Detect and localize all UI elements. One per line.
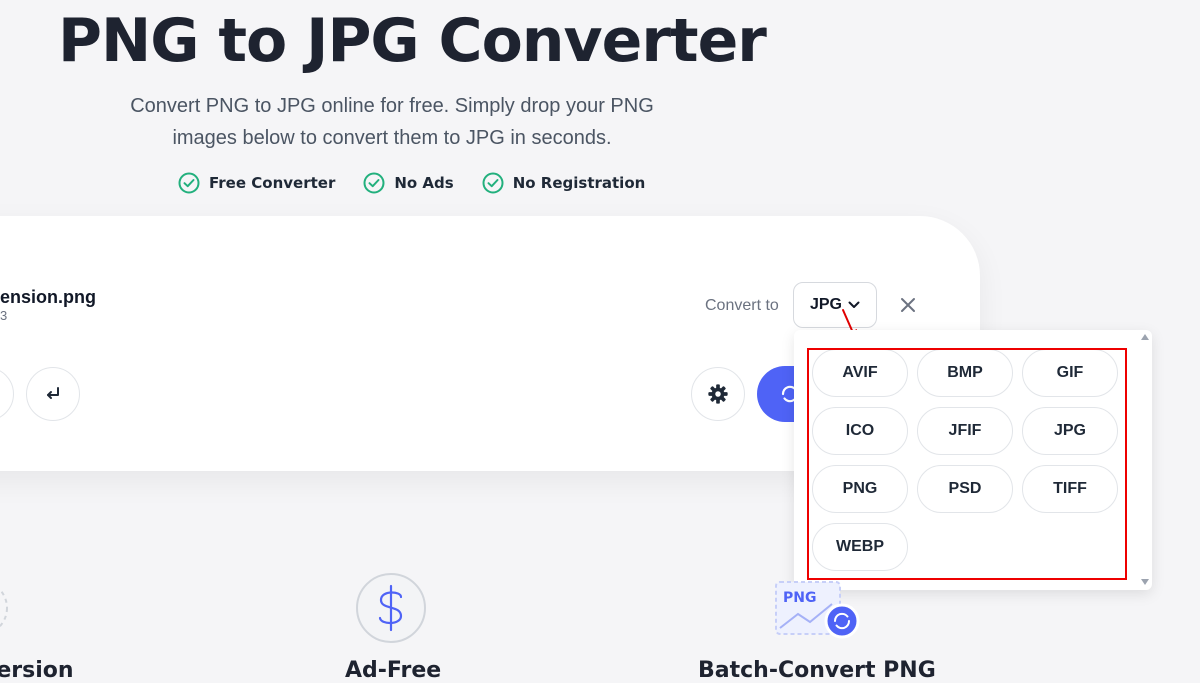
file-size: 3 <box>0 308 8 323</box>
return-button[interactable] <box>26 367 80 421</box>
check-circle-icon <box>363 172 385 194</box>
feature-list: Free Converter No Ads No Registration <box>178 172 645 194</box>
batch-png-icon: PNG <box>775 581 860 639</box>
format-option-ico[interactable]: ICO <box>812 407 908 455</box>
page-subtitle: Convert PNG to JPG online for free. Simp… <box>100 90 684 154</box>
scroll-down-arrow[interactable] <box>1141 579 1149 585</box>
feature-heading-conversion: version <box>0 658 74 683</box>
format-option-jpg[interactable]: JPG <box>1022 407 1118 455</box>
format-option-avif[interactable]: AVIF <box>812 349 908 397</box>
feature-free-converter: Free Converter <box>178 172 335 194</box>
conversion-feature-icon <box>0 588 8 628</box>
subtitle-line-2: images below to convert them to JPG in s… <box>172 127 612 149</box>
close-icon <box>901 298 915 312</box>
feature-label: No Ads <box>394 174 454 192</box>
format-option-psd[interactable]: PSD <box>917 465 1013 513</box>
subtitle-line-1: Convert PNG to JPG online for free. Simp… <box>130 95 654 117</box>
check-circle-icon <box>482 172 504 194</box>
settings-button[interactable] <box>691 367 745 421</box>
png-label: PNG <box>783 590 816 606</box>
check-circle-icon <box>178 172 200 194</box>
return-arrow-icon <box>47 387 59 399</box>
format-option-webp[interactable]: WEBP <box>812 523 908 571</box>
format-option-gif[interactable]: GIF <box>1022 349 1118 397</box>
format-option-tiff[interactable]: TIFF <box>1022 465 1118 513</box>
format-option-png[interactable]: PNG <box>812 465 908 513</box>
format-option-bmp[interactable]: BMP <box>917 349 1013 397</box>
feature-heading-ad-free: Ad-Free <box>345 658 442 683</box>
remove-file-button[interactable] <box>896 293 920 317</box>
dollar-icon <box>356 573 426 643</box>
page-title: PNG to JPG Converter <box>58 6 767 76</box>
scroll-up-arrow[interactable] <box>1141 334 1149 340</box>
gear-icon <box>708 384 728 404</box>
format-option-jfif[interactable]: JFIF <box>917 407 1013 455</box>
feature-label: Free Converter <box>209 174 336 192</box>
feature-label: No Registration <box>512 174 646 192</box>
file-name: ension.png <box>0 287 96 307</box>
format-select[interactable]: JPG <box>793 282 877 328</box>
feature-no-registration: No Registration <box>482 172 646 194</box>
convert-to-label: Convert to <box>705 297 779 314</box>
feature-no-ads: No Ads <box>363 172 454 194</box>
format-grid: AVIF BMP GIF ICO JFIF JPG PNG PSD TIFF W… <box>812 349 1118 571</box>
feature-heading-batch: Batch-Convert PNG <box>698 658 936 683</box>
